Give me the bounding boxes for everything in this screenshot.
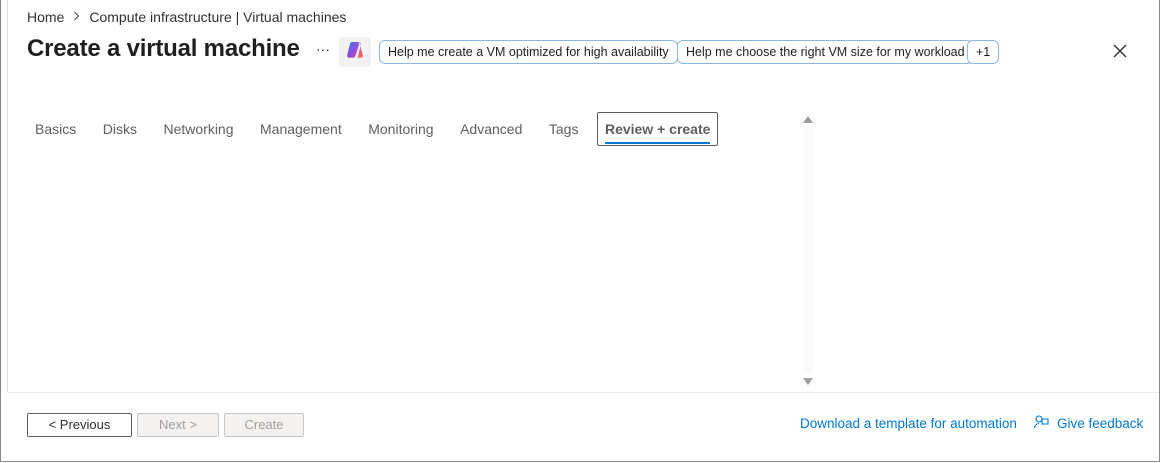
- tab-label: Management: [260, 121, 342, 137]
- tab-label: Tags: [548, 121, 579, 137]
- scroll-down-icon[interactable]: [803, 378, 813, 385]
- tab-networking[interactable]: Networking: [155, 112, 241, 146]
- close-icon: [1109, 44, 1131, 66]
- tab-label: Disks: [102, 121, 137, 137]
- wizard-tabs: Basics Disks Networking Management Monit…: [27, 112, 729, 146]
- left-edge: [1, 0, 8, 392]
- previous-button[interactable]: < Previous: [27, 413, 132, 437]
- tab-monitoring[interactable]: Monitoring: [360, 112, 441, 146]
- give-feedback-link[interactable]: Give feedback: [1033, 414, 1143, 433]
- scroll-up-icon[interactable]: [803, 116, 813, 123]
- tab-management[interactable]: Management: [252, 112, 350, 146]
- active-tab-indicator: [604, 142, 711, 144]
- feedback-icon: [1033, 414, 1057, 433]
- tab-label: Networking: [163, 121, 234, 137]
- chevron-right-icon: [73, 11, 80, 24]
- tab-label: Advanced: [460, 121, 523, 137]
- tab-label: Basics: [35, 121, 77, 137]
- give-feedback-label: Give feedback: [1057, 416, 1144, 431]
- footer-bar: < Previous Next > Create Download a temp…: [7, 392, 1159, 462]
- tab-basics[interactable]: Basics: [27, 112, 84, 146]
- scrollbar-track[interactable]: [804, 128, 814, 372]
- close-button[interactable]: [1109, 40, 1131, 62]
- create-button[interactable]: Create: [224, 413, 304, 437]
- tab-tags[interactable]: Tags: [541, 112, 587, 146]
- suggestion-vm-size[interactable]: Help me choose the right VM size for my …: [677, 40, 974, 64]
- blade-frame: Home Compute infrastructure | Virtual ma…: [0, 0, 1160, 462]
- more-suggestions-chip[interactable]: +1: [967, 40, 1000, 64]
- breadcrumb: Home Compute infrastructure | Virtual ma…: [27, 9, 346, 25]
- copilot-button[interactable]: [339, 37, 371, 67]
- download-template-link[interactable]: Download a template for automation: [800, 416, 1017, 431]
- tab-label: Review + create: [604, 121, 711, 137]
- page-title: Create a virtual machine: [27, 35, 300, 62]
- tab-disks[interactable]: Disks: [95, 112, 145, 146]
- suggestion-high-availability[interactable]: Help me create a VM optimized for high a…: [379, 40, 678, 64]
- tab-advanced[interactable]: Advanced: [452, 112, 530, 146]
- breadcrumb-virtual-machines[interactable]: Compute infrastructure | Virtual machine…: [89, 9, 346, 25]
- copilot-icon: [345, 40, 365, 65]
- next-button[interactable]: Next >: [137, 413, 219, 437]
- vertical-scrollbar[interactable]: [799, 112, 815, 388]
- more-options-button[interactable]: ···: [313, 40, 333, 60]
- breadcrumb-home[interactable]: Home: [27, 9, 64, 25]
- tab-review-create[interactable]: Review + create: [596, 112, 719, 146]
- tab-label: Monitoring: [368, 121, 434, 137]
